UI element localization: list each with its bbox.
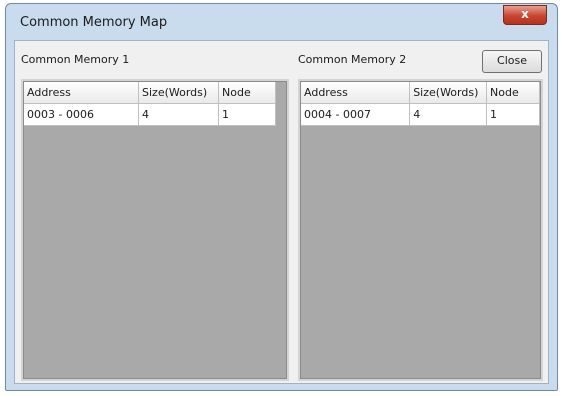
dialog-body: Common Memory 1 Common Memory 2 Close Ad… [14, 40, 549, 384]
cell-size[interactable]: 4 [409, 103, 488, 126]
cell-address[interactable]: 0004 - 0007 [301, 103, 411, 126]
window-title: Common Memory Map [20, 15, 168, 30]
column-header-node[interactable]: Node [486, 82, 540, 104]
close-button[interactable]: Close [482, 50, 542, 73]
cell-node[interactable]: 1 [218, 103, 276, 126]
table-row[interactable]: 0004 - 0007 4 1 [301, 103, 540, 126]
common-memory-2-label: Common Memory 2 [298, 53, 407, 66]
column-header-size[interactable]: Size(Words) [409, 82, 488, 104]
window-close-icon[interactable]: x [503, 5, 547, 25]
column-header-address[interactable]: Address [24, 82, 139, 104]
table-header-row: Address Size(Words) Node [301, 82, 540, 104]
common-memory-1-grid[interactable]: Address Size(Words) Node 0003 - 0006 4 1 [21, 79, 289, 381]
column-header-node[interactable]: Node [218, 82, 276, 104]
column-header-size[interactable]: Size(Words) [138, 82, 219, 104]
header-edge [275, 82, 284, 104]
cell-size[interactable]: 4 [138, 103, 219, 126]
common-memory-1-label: Common Memory 1 [21, 53, 130, 66]
column-header-address[interactable]: Address [301, 82, 411, 104]
grid-frame: Address Size(Words) Node 0003 - 0006 4 1 [23, 81, 287, 379]
common-memory-2-table: Address Size(Words) Node 0004 - 0007 4 1 [301, 82, 540, 126]
cell-node[interactable]: 1 [486, 103, 540, 126]
common-memory-1-table: Address Size(Words) Node 0003 - 0006 4 1 [24, 82, 284, 126]
grid-frame: Address Size(Words) Node 0004 - 0007 4 1 [300, 81, 541, 379]
table-row[interactable]: 0003 - 0006 4 1 [24, 103, 284, 126]
title-bar[interactable]: Common Memory Map x [6, 4, 557, 40]
row-edge [275, 103, 284, 126]
common-memory-map-window: Common Memory Map x Common Memory 1 Comm… [5, 3, 558, 391]
table-header-row: Address Size(Words) Node [24, 82, 284, 104]
common-memory-2-grid[interactable]: Address Size(Words) Node 0004 - 0007 4 1 [298, 79, 543, 381]
cell-address[interactable]: 0003 - 0006 [24, 103, 139, 126]
